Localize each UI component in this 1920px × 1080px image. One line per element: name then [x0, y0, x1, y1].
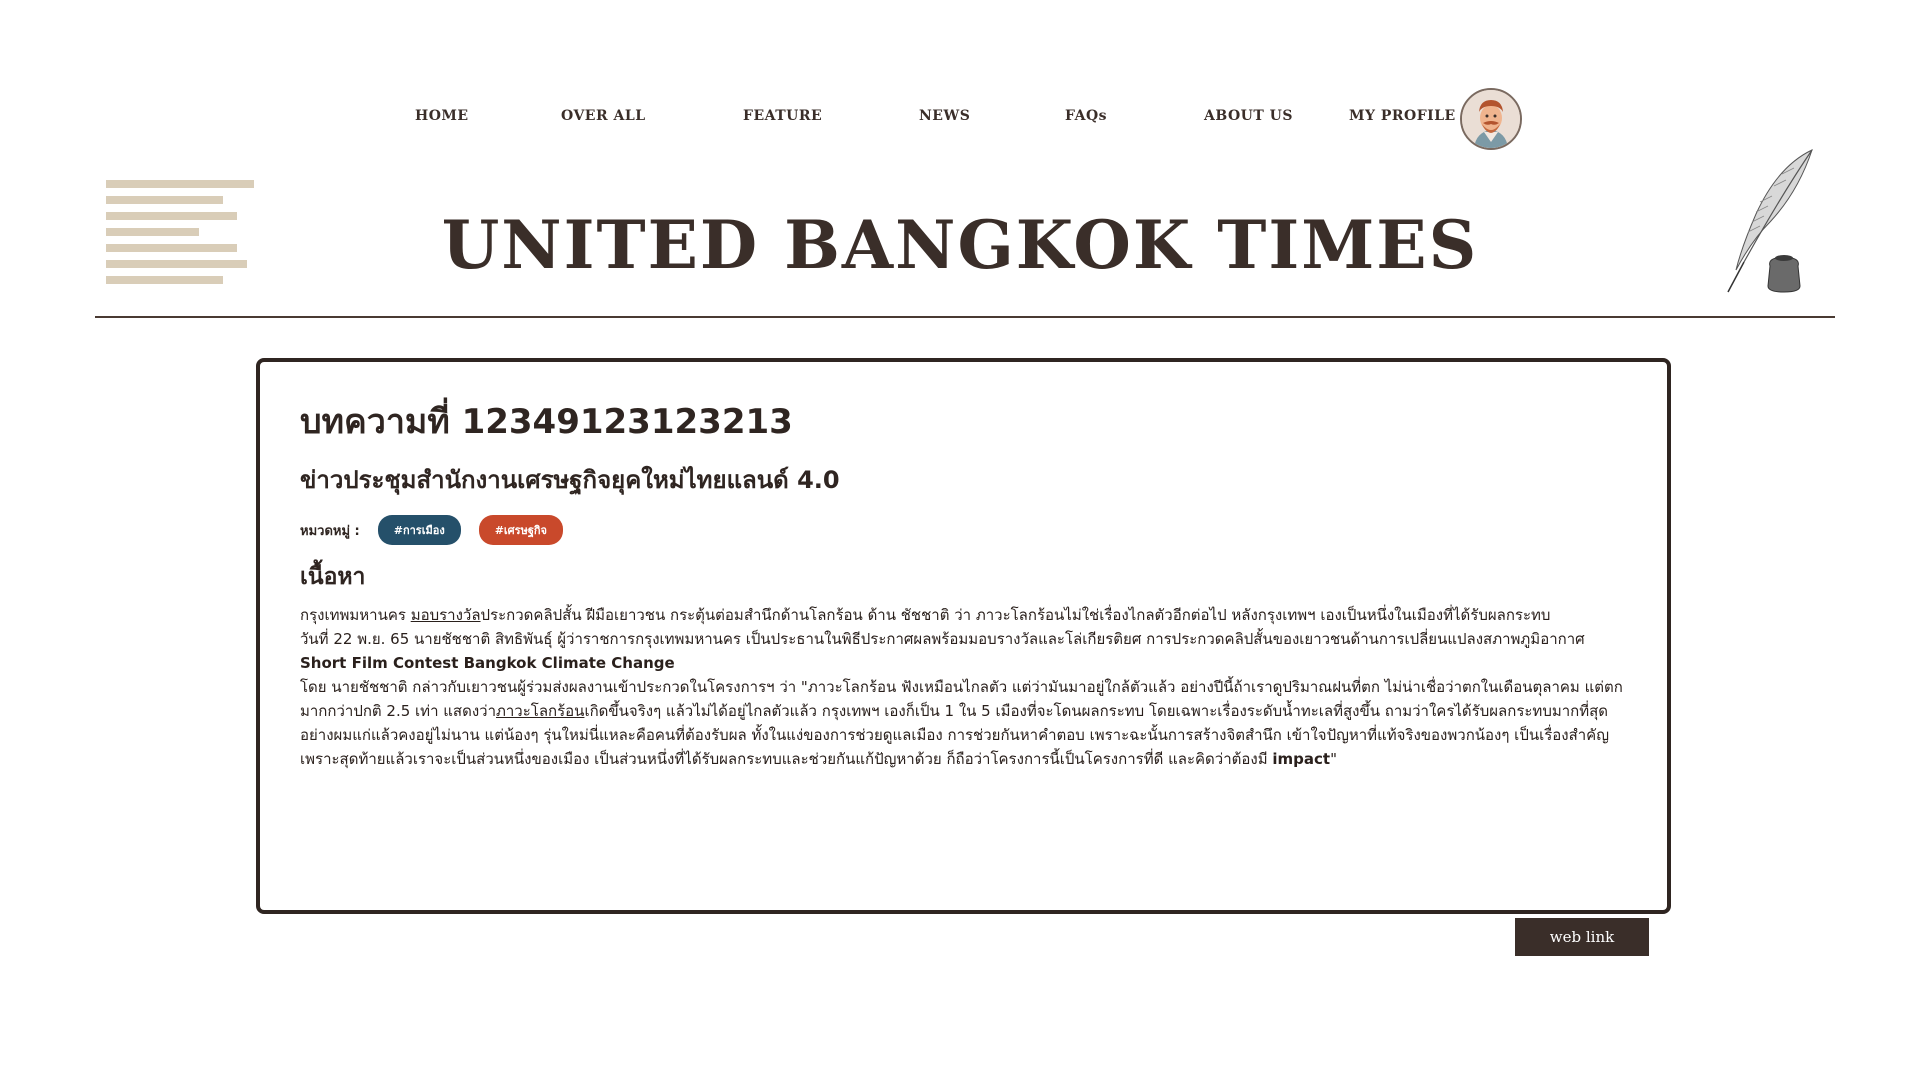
header-divider: [95, 316, 1835, 318]
category-row: หมวดหมู่ : #การเมือง #เศรษฐกิจ: [300, 515, 1627, 545]
article-body: กรุงเทพมหานคร มอบรางวัลประกวดคลิปสั้น ฝี…: [300, 603, 1627, 771]
global-warming-link[interactable]: ภาวะโลกร้อน: [496, 702, 584, 720]
tag-politics[interactable]: #การเมือง: [377, 515, 461, 545]
paragraph-text: วันที่ 22 พ.ย. 65 นายชัชชาติ สิทธิพันธุ์…: [300, 630, 1585, 648]
nav-home[interactable]: HOME: [415, 108, 469, 124]
masthead-title: UNITED BANGKOK TIMES: [441, 206, 1479, 284]
nav-over-all[interactable]: OVER ALL: [561, 108, 646, 124]
content-heading: เนื้อหา: [300, 564, 366, 590]
quill-and-inkwell-icon: [1727, 149, 1813, 293]
tag-economy[interactable]: #เศรษฐกิจ: [478, 515, 563, 545]
web-link-button[interactable]: web link: [1515, 918, 1649, 956]
paragraph-text: กรุงเทพมหานคร: [300, 606, 411, 624]
nav-faqs[interactable]: FAQs: [1065, 108, 1107, 124]
article-title: ข่าวประชุมสำนักงานเศรษฐกิจยุคใหม่ไทยแลนด…: [300, 466, 840, 494]
award-link[interactable]: มอบรางวัล: [411, 606, 481, 624]
article-paragraph-2: วันที่ 22 พ.ย. 65 นายชัชชาติ สิทธิพันธุ์…: [300, 627, 1627, 675]
contest-name: Short Film Contest Bangkok Climate Chang…: [300, 654, 675, 672]
nav-news[interactable]: NEWS: [919, 108, 970, 124]
article-number: บทความที่ 12349123123213: [300, 402, 793, 442]
category-label: หมวดหมู่ :: [300, 523, 360, 539]
top-navigation: HOME OVER ALL FEATURE NEWS FAQs ABOUT US…: [0, 0, 1920, 150]
nav-my-profile[interactable]: MY PROFILE: [1349, 108, 1456, 124]
article-card: บทความที่ 12349123123213 ข่าวประชุมสำนัก…: [256, 358, 1671, 914]
user-avatar-icon[interactable]: [1460, 88, 1522, 150]
impact-word: impact: [1272, 750, 1331, 768]
paragraph-text: ประกวดคลิปสั้น ฝีมือเยาวชน กระตุ้นต่อมสำ…: [480, 606, 1551, 624]
nav-feature[interactable]: FEATURE: [743, 108, 822, 124]
closing-quote: ": [1330, 750, 1337, 768]
article-paragraph-1: กรุงเทพมหานคร มอบรางวัลประกวดคลิปสั้น ฝี…: [300, 603, 1627, 627]
nav-about-us[interactable]: ABOUT US: [1204, 108, 1293, 124]
article-paragraph-3: โดย นายชัชชาติ กล่าวกับเยาวชนผู้ร่วมส่งผ…: [300, 675, 1627, 771]
avatar-illustration: [1462, 90, 1520, 148]
